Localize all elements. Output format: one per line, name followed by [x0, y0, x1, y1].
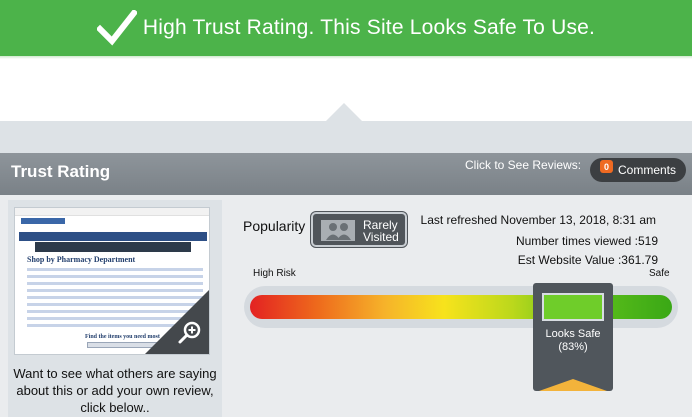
magnifier-plus-icon[interactable] [177, 320, 203, 346]
safe-label: Safe [649, 268, 670, 279]
thumbnail-promo [35, 242, 191, 252]
last-refreshed: Last refreshed November 13, 2018, 8:31 a… [420, 213, 656, 227]
trust-rating-header: Trust Rating Click to See Reviews: 0 Com… [0, 153, 692, 195]
trust-rating-title: Trust Rating [11, 162, 111, 181]
trust-report-page: High Trust Rating. This Site Looks Safe … [0, 0, 692, 417]
thumbnail-nav [19, 232, 207, 241]
comments-count-badge: 0 [600, 160, 613, 173]
pointer-label: Looks Safe (83%) [533, 328, 613, 354]
verdict-text: Looks Safe [545, 328, 601, 340]
popularity-label: Popularity [243, 218, 306, 234]
website-value: Est Website Value :361.79 [517, 253, 658, 267]
site-thumbnail[interactable]: Shop by Pharmacy Department Find the ite… [14, 207, 210, 355]
trust-banner: High Trust Rating. This Site Looks Safe … [0, 0, 692, 56]
thumbnail-row [27, 282, 203, 285]
banner-shadow [0, 56, 692, 59]
thumbnail-heading: Shop by Pharmacy Department [27, 255, 136, 264]
thumbnail-row [27, 268, 203, 271]
comments-button[interactable]: 0 Comments [590, 158, 686, 182]
popularity-status-line2: Visited [363, 230, 399, 244]
reviews-caption: Want to see what others are saying about… [13, 366, 217, 415]
pointer-window [542, 293, 604, 321]
popularity-status: Rarely Visited [363, 219, 399, 243]
section-notch [326, 103, 362, 121]
section-band [0, 121, 692, 153]
people-icon [321, 220, 355, 241]
comments-label: Comments [618, 163, 677, 177]
trust-banner-text: High Trust Rating. This Site Looks Safe … [142, 16, 596, 39]
trust-meter-pointer: Looks Safe (83%) [533, 283, 613, 391]
checkmark-icon [96, 10, 137, 46]
verdict-percent: (83%) [558, 341, 588, 353]
high-risk-label: High Risk [253, 268, 296, 279]
thumbnail-topbar [15, 208, 209, 216]
popularity-badge: Rarely Visited [311, 212, 407, 247]
times-viewed: Number times viewed :519 [515, 234, 658, 248]
pointer-arrow [539, 379, 607, 391]
thumbnail-logo [21, 218, 65, 224]
thumbnail-row [27, 275, 203, 278]
reviews-prompt: Click to See Reviews: [465, 158, 582, 172]
